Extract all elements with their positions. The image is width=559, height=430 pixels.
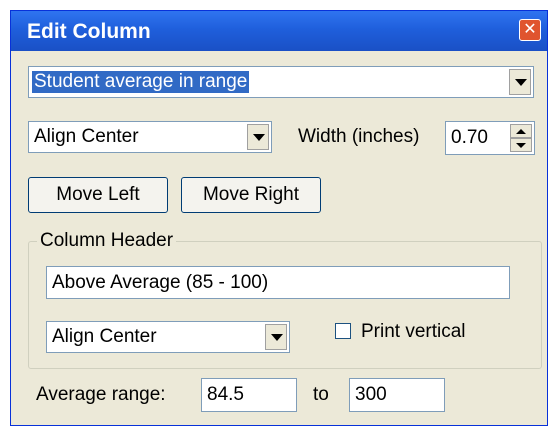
close-icon: ✕ xyxy=(523,21,537,38)
chevron-down-icon[interactable] xyxy=(265,324,287,350)
header-alignment-value: Align Center xyxy=(52,326,157,347)
spin-down-icon[interactable] xyxy=(510,138,532,152)
range-to-label: to xyxy=(313,384,329,405)
title-bar[interactable]: Edit Column ✕ xyxy=(11,11,547,51)
range-from-input[interactable]: 84.5 xyxy=(201,378,297,412)
range-from-value: 84.5 xyxy=(207,384,244,405)
header-text-input[interactable]: Above Average (85 - 100) xyxy=(46,266,510,299)
range-to-input[interactable]: 300 xyxy=(349,378,445,412)
width-stepper[interactable]: 0.70 xyxy=(445,121,535,155)
range-to-value: 300 xyxy=(355,384,387,405)
move-left-button[interactable]: Move Left xyxy=(28,177,168,213)
header-text-value: Above Average (85 - 100) xyxy=(52,271,269,293)
column-type-select[interactable]: Student average in range xyxy=(28,66,534,98)
column-alignment-select[interactable]: Align Center xyxy=(28,121,272,153)
column-alignment-value: Align Center xyxy=(34,126,139,147)
spin-up-icon[interactable] xyxy=(510,124,532,138)
print-vertical-checkbox[interactable] xyxy=(335,323,351,339)
header-alignment-select[interactable]: Align Center xyxy=(46,321,290,353)
close-button[interactable]: ✕ xyxy=(519,19,541,41)
dialog-title: Edit Column xyxy=(27,20,151,43)
column-type-value: Student average in range xyxy=(32,71,250,93)
chevron-down-icon[interactable] xyxy=(509,69,531,95)
move-right-label: Move Right xyxy=(202,184,300,205)
print-vertical-label: Print vertical xyxy=(361,321,466,342)
chevron-down-icon[interactable] xyxy=(247,124,269,150)
edit-column-dialog: Edit Column ✕ Student average in range A… xyxy=(10,10,548,426)
move-right-button[interactable]: Move Right xyxy=(181,177,321,213)
move-left-label: Move Left xyxy=(56,184,140,205)
average-range-label: Average range: xyxy=(36,384,166,405)
width-label: Width (inches) xyxy=(298,126,420,147)
width-value: 0.70 xyxy=(451,127,488,148)
width-spinner[interactable] xyxy=(510,124,532,152)
column-header-legend: Column Header xyxy=(37,230,177,252)
